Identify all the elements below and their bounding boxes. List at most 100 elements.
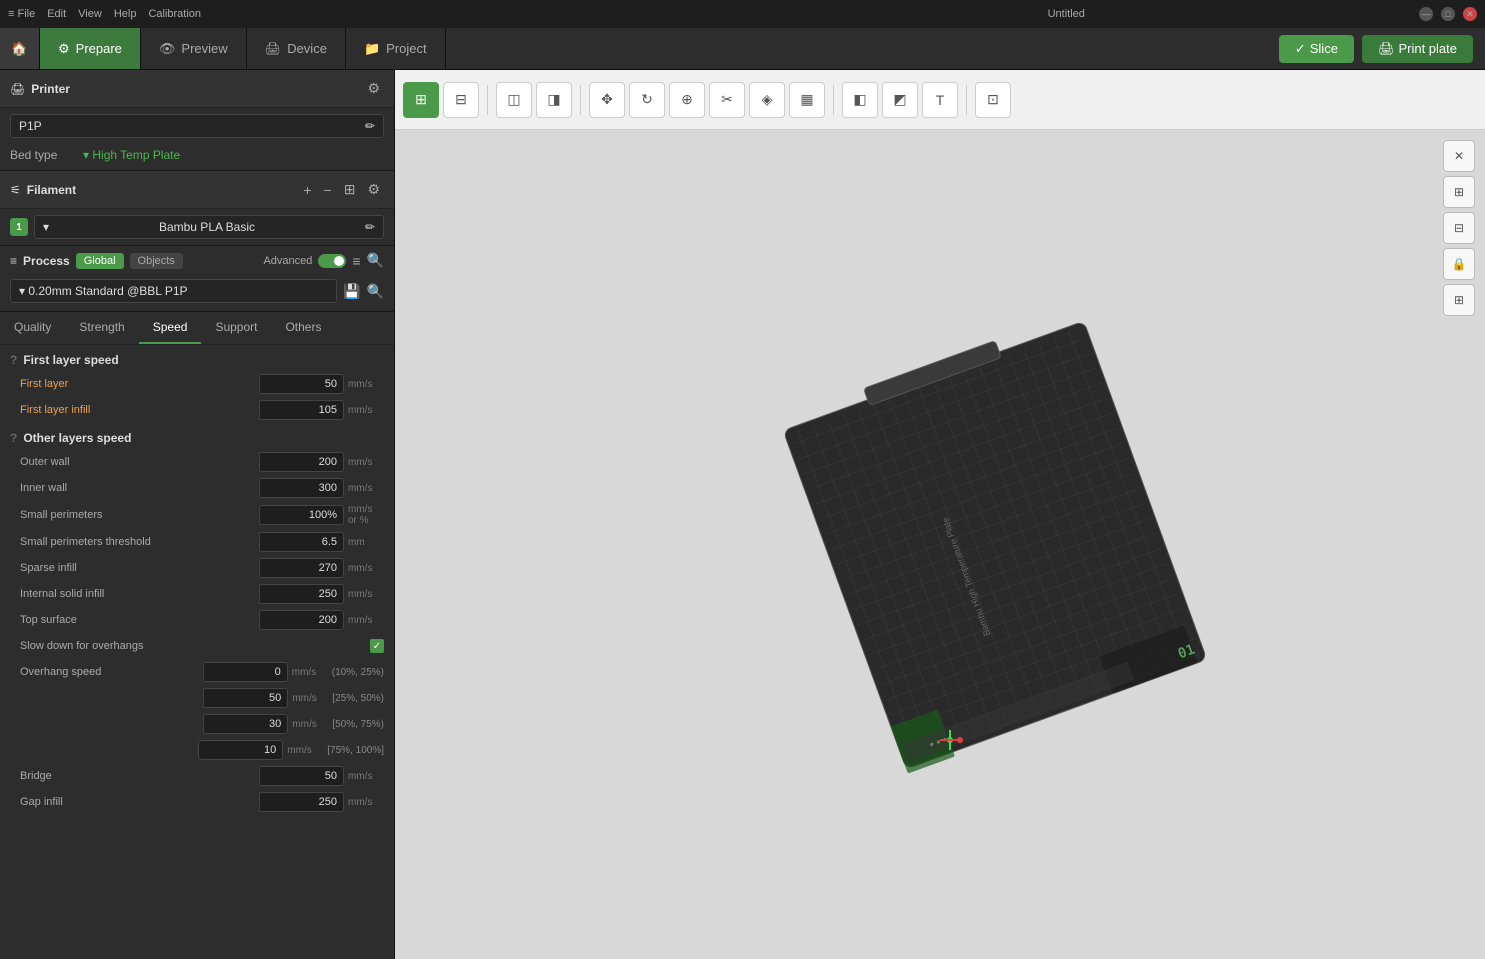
preset-search-button[interactable]: 🔍 bbox=[367, 283, 384, 300]
mini-close-btn[interactable]: ✕ bbox=[1443, 140, 1475, 172]
tool-support-btn[interactable]: ▦ bbox=[789, 82, 825, 118]
printer-name-dropdown[interactable]: P1P ✏ bbox=[10, 114, 384, 138]
window-controls: — □ ✕ bbox=[1419, 7, 1477, 21]
tool-orient-btn[interactable]: ◫ bbox=[496, 82, 532, 118]
slow-down-checkbox[interactable]: ✓ bbox=[370, 639, 384, 653]
mini-expand-btn[interactable]: ⊞ bbox=[1443, 176, 1475, 208]
overhang-30-input[interactable] bbox=[203, 714, 288, 734]
tool-measure-btn[interactable]: ◧ bbox=[842, 82, 878, 118]
close-button[interactable]: ✕ bbox=[1463, 7, 1477, 21]
printer-name-value: P1P bbox=[19, 119, 42, 133]
process-preset-name[interactable]: ▾ 0.20mm Standard @BBL P1P bbox=[10, 279, 337, 303]
filament-remove-button[interactable]: − bbox=[320, 179, 336, 200]
tab-quality[interactable]: Quality bbox=[0, 312, 65, 344]
other-layers-help-icon[interactable]: ? bbox=[10, 431, 17, 445]
tool-paint-btn[interactable]: ◈ bbox=[749, 82, 785, 118]
outer-wall-input[interactable] bbox=[259, 452, 344, 472]
process-preset-button[interactable]: ≡ bbox=[352, 253, 360, 269]
print-button[interactable]: 🖨 Print plate bbox=[1362, 35, 1473, 63]
filament-add-button[interactable]: + bbox=[299, 179, 315, 200]
menu-edit[interactable]: Edit bbox=[47, 8, 66, 20]
overhang-0-unit: mm/s bbox=[292, 667, 328, 678]
menu-file[interactable]: ≡ File bbox=[8, 8, 35, 20]
tool-rotate-btn[interactable]: ↻ bbox=[629, 82, 665, 118]
inner-wall-unit: mm/s bbox=[348, 483, 384, 494]
advanced-label: Advanced bbox=[263, 255, 312, 267]
toolbar-3d: ⊞ ⊟ ◫ ◨ ✥ ↻ ⊕ ✂ ◈ ▦ ◧ ◩ T ⊡ bbox=[395, 70, 1485, 130]
maximize-button[interactable]: □ bbox=[1441, 7, 1455, 21]
process-search-button[interactable]: 🔍 bbox=[367, 252, 384, 269]
mini-lock-btn[interactable]: 🔒 bbox=[1443, 248, 1475, 280]
other-layers-speed-group: ? Other layers speed bbox=[0, 423, 394, 449]
menu-calibration[interactable]: Calibration bbox=[148, 8, 201, 20]
menu-view[interactable]: View bbox=[78, 8, 102, 20]
filament-settings-button[interactable]: ⚙ bbox=[363, 179, 384, 200]
slice-label: Slice bbox=[1310, 41, 1338, 56]
overhang-0-input[interactable] bbox=[203, 662, 288, 682]
gap-infill-input[interactable] bbox=[259, 792, 344, 812]
overhang-10-unit: mm/s bbox=[287, 745, 323, 756]
tool-sep-3 bbox=[833, 85, 834, 115]
bridge-input[interactable] bbox=[259, 766, 344, 786]
advanced-toggle[interactable] bbox=[318, 254, 346, 268]
preset-save-button[interactable]: 💾 bbox=[343, 283, 360, 300]
slice-button[interactable]: ✓ Slice bbox=[1279, 35, 1354, 63]
filament-clone-button[interactable]: ⊞ bbox=[340, 179, 360, 200]
tab-device[interactable]: 🖨 Device bbox=[247, 28, 346, 69]
tool-arrange-btn[interactable]: ◨ bbox=[536, 82, 572, 118]
printer-settings-button[interactable]: ⚙ bbox=[363, 78, 384, 99]
canvas-area[interactable]: 01 Bambu High Temperature Plate ● ● ● ✕ … bbox=[395, 130, 1485, 959]
first-layer-help-icon[interactable]: ? bbox=[10, 353, 17, 367]
first-layer-infill-input[interactable] bbox=[259, 400, 344, 420]
speed-tabs: Quality Strength Speed Support Others bbox=[0, 312, 394, 345]
outer-wall-row: Outer wall mm/s bbox=[0, 449, 394, 475]
filament-dropdown-arrow: ▾ bbox=[43, 220, 49, 234]
overhang-50-input[interactable] bbox=[203, 688, 288, 708]
settings-area: ? First layer speed First layer mm/s Fir… bbox=[0, 345, 394, 959]
tab-preview[interactable]: 👁 Preview bbox=[141, 28, 247, 69]
small-perimeters-input[interactable] bbox=[259, 505, 344, 525]
small-perimeters-threshold-input[interactable] bbox=[259, 532, 344, 552]
filament-name-dropdown[interactable]: ▾ Bambu PLA Basic ✏ bbox=[34, 215, 384, 239]
tool-move-btn[interactable]: ✥ bbox=[589, 82, 625, 118]
tool-grid-btn[interactable]: ⊟ bbox=[443, 82, 479, 118]
overhang-10-input[interactable] bbox=[198, 740, 283, 760]
tool-cut-btn[interactable]: ✂ bbox=[709, 82, 745, 118]
tab-strength[interactable]: Strength bbox=[65, 312, 138, 344]
tab-others[interactable]: Others bbox=[271, 312, 335, 344]
sparse-infill-label: Sparse infill bbox=[20, 562, 259, 574]
objects-button[interactable]: Objects bbox=[130, 253, 183, 269]
tool-scale-btn[interactable]: ⊕ bbox=[669, 82, 705, 118]
viewport: ⊞ ⊟ ◫ ◨ ✥ ↻ ⊕ ✂ ◈ ▦ ◧ ◩ T ⊡ bbox=[395, 70, 1485, 959]
bed-type-value: ▾ High Temp Plate bbox=[83, 148, 180, 162]
inner-wall-row: Inner wall mm/s bbox=[0, 475, 394, 501]
main-content: 🖨 Printer ⚙ P1P ✏ Bed type ▾ High Temp P… bbox=[0, 70, 1485, 959]
tool-view-btn[interactable]: ⊡ bbox=[975, 82, 1011, 118]
first-layer-infill-unit: mm/s bbox=[348, 405, 384, 416]
tab-speed[interactable]: Speed bbox=[139, 312, 202, 344]
sparse-infill-input[interactable] bbox=[259, 558, 344, 578]
mini-grid-btn[interactable]: ⊞ bbox=[1443, 284, 1475, 316]
tab-home[interactable]: 🏠 bbox=[0, 28, 40, 69]
menu-help[interactable]: Help bbox=[114, 8, 137, 20]
filament-icon: ⚟ bbox=[10, 183, 21, 197]
inner-wall-input[interactable] bbox=[259, 478, 344, 498]
internal-solid-infill-input[interactable] bbox=[259, 584, 344, 604]
tab-preview-label: Preview bbox=[181, 41, 227, 56]
tab-prepare-label: Prepare bbox=[76, 41, 122, 56]
bed-type-label: Bed type bbox=[10, 148, 75, 162]
top-surface-input[interactable] bbox=[259, 610, 344, 630]
overhang-50-range: [25%, 50%) bbox=[332, 693, 384, 704]
tab-support[interactable]: Support bbox=[201, 312, 271, 344]
minimize-button[interactable]: — bbox=[1419, 7, 1433, 21]
tab-prepare[interactable]: ⚙ Prepare bbox=[40, 28, 141, 69]
first-layer-speed-group: ? First layer speed bbox=[0, 345, 394, 371]
tool-add-btn[interactable]: ⊞ bbox=[403, 82, 439, 118]
printer-edit-icon: ✏ bbox=[365, 119, 375, 133]
mini-shrink-btn[interactable]: ⊟ bbox=[1443, 212, 1475, 244]
first-layer-input[interactable] bbox=[259, 374, 344, 394]
tool-assemble-btn[interactable]: ◩ bbox=[882, 82, 918, 118]
global-button[interactable]: Global bbox=[76, 253, 124, 269]
tool-text-btn[interactable]: T bbox=[922, 82, 958, 118]
tab-project[interactable]: 📁 Project bbox=[346, 28, 446, 69]
